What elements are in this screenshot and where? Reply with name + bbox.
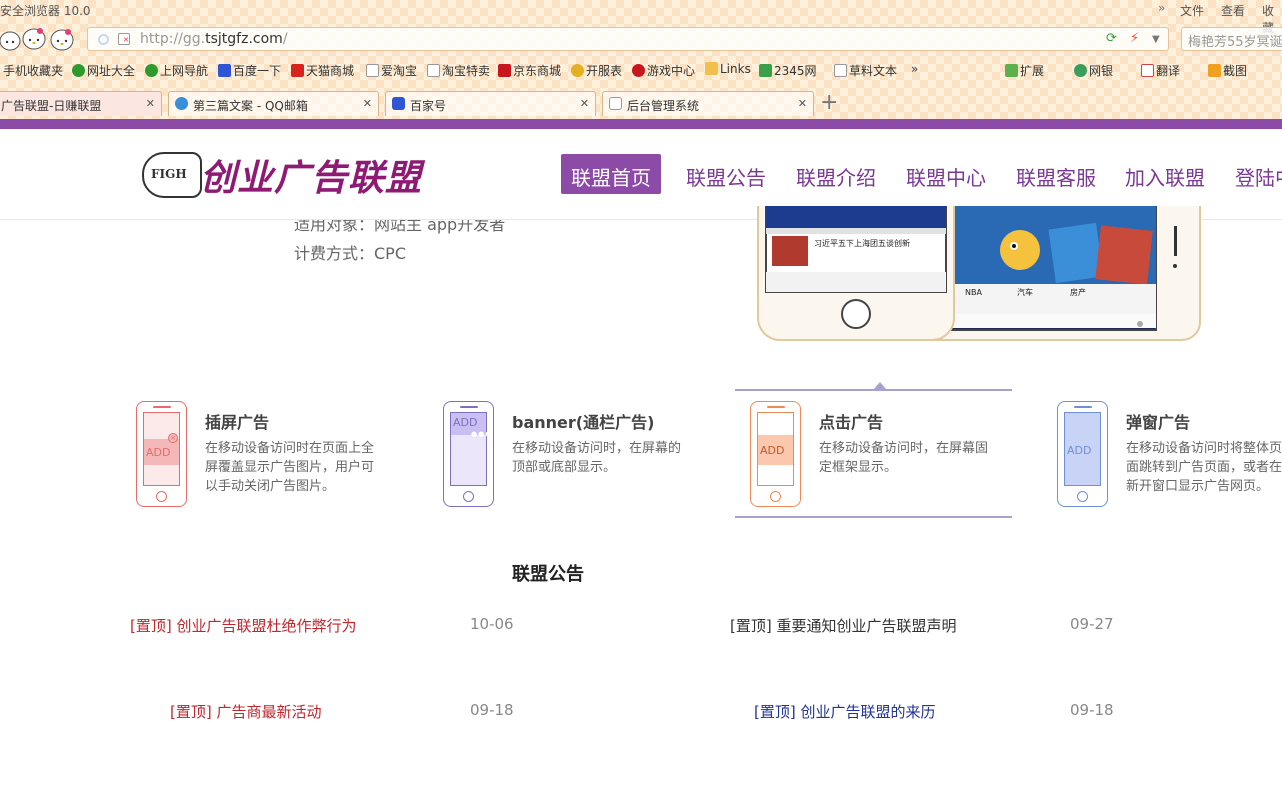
ad-type-title: 点击广告 bbox=[819, 413, 884, 432]
bookmark-2345[interactable]: 2345网 bbox=[759, 62, 817, 79]
bookmark-baidu[interactable]: 百度一下 bbox=[218, 62, 281, 79]
notice-link-anti-cheat[interactable]: [置顶] 创业广告联盟杜绝作弊行为 bbox=[130, 615, 356, 636]
site-logo-text[interactable]: 创业广告联盟 bbox=[200, 149, 422, 201]
tab-admin-system[interactable]: 后台管理系统 ✕ bbox=[602, 91, 814, 116]
notice-link-promo[interactable]: [置顶] 广告商最新活动 bbox=[170, 701, 321, 722]
nav-about[interactable]: 联盟介绍 bbox=[786, 154, 886, 194]
close-icon[interactable]: ✕ bbox=[146, 97, 155, 110]
address-bar[interactable]: http://gg.tsjtgfz.com/ ⟳ ⚡ ▼ bbox=[87, 27, 1169, 51]
menu-view[interactable]: 查看 bbox=[1221, 2, 1245, 19]
tab-bar: 广告联盟-日赚联盟 ✕ 第三篇文案 - QQ邮箱 ✕ 百家号 ✕ 后台管理系统 … bbox=[0, 91, 1282, 117]
title-bar: 安全浏览器 10.0 » 文件 查看 收藏 bbox=[0, 0, 1282, 35]
bookmark-caoliao[interactable]: 草料文本 bbox=[834, 62, 897, 79]
bookmark-tmall[interactable]: 天猫商城 bbox=[291, 62, 354, 79]
phone-tab-auto: 汽车 bbox=[1017, 287, 1033, 297]
search-input[interactable]: 梅艳芳55岁冥诞 bbox=[1181, 27, 1282, 51]
ad-type-desc: 在移动设备访问时，在屏幕固定框架显示。 bbox=[819, 441, 989, 475]
tool-translate[interactable]: 翻译 bbox=[1141, 62, 1180, 79]
notice-date: 09-18 bbox=[470, 701, 514, 719]
browser-chrome: 安全浏览器 10.0 » 文件 查看 收藏 http://gg. bbox=[0, 0, 1282, 119]
ad-type-title: 弹窗广告 bbox=[1126, 413, 1191, 432]
refresh-icon[interactable]: ⟳ bbox=[1106, 31, 1117, 46]
ad-type-desc: 在移动设备访问时将整体页面跳转到广告页面，或者在新开窗口显示广告网页。 bbox=[1126, 441, 1282, 494]
bookmark-server-list[interactable]: 开服表 bbox=[571, 62, 622, 79]
ad-type-banner[interactable]: ADD ●●● banner(通栏广告) 在移动设备访问时，在屏幕的顶部或底部显… bbox=[443, 400, 713, 510]
ad-type-title: banner(通栏广告) bbox=[512, 413, 655, 432]
navigation-row: http://gg.tsjtgfz.com/ ⟳ ⚡ ▼ 梅艳芳55岁冥诞 bbox=[0, 24, 1282, 54]
ad-type-popup[interactable]: ADD 弹窗广告 在移动设备访问时将整体页面跳转到广告页面，或者在新开窗口显示广… bbox=[1057, 400, 1282, 510]
more-bookmarks-icon[interactable]: » bbox=[911, 62, 918, 76]
ad-type-title: 插屏广告 bbox=[205, 413, 270, 432]
notice-link-history[interactable]: [置顶] 创业广告联盟的来历 bbox=[754, 701, 935, 722]
tool-screenshot[interactable]: 截图 bbox=[1208, 62, 1247, 79]
menu-file[interactable]: 文件 bbox=[1180, 2, 1204, 19]
notice-date: 09-18 bbox=[1070, 701, 1114, 719]
phone-tab-nba: NBA bbox=[965, 288, 982, 297]
phone-outline-icon: ADD × bbox=[136, 401, 187, 507]
banner-phone-image: NBA 汽车 房产 习近平五下上海团五谈创新 bbox=[752, 206, 1202, 344]
bookmarks-bar: 手机收藏夹 网址大全 上网导航 百度一下 天猫商城 爱淘宝 淘宝特卖 京东商城 … bbox=[0, 58, 1282, 82]
tab-ad-alliance[interactable]: 广告联盟-日赚联盟 ✕ bbox=[0, 91, 162, 116]
phone-outline-icon: ADD ●●● bbox=[443, 401, 494, 507]
page-icon bbox=[609, 97, 622, 110]
new-tab-icon[interactable]: + bbox=[820, 91, 838, 115]
close-icon[interactable]: ✕ bbox=[363, 97, 372, 110]
ad-type-click[interactable]: ADD 点击广告 在移动设备访问时，在屏幕固定框架显示。 bbox=[750, 400, 1000, 510]
lightning-icon[interactable]: ⚡ bbox=[1130, 31, 1139, 46]
logo-fist-badge[interactable]: FIGH bbox=[142, 152, 202, 198]
close-icon[interactable]: ✕ bbox=[798, 97, 807, 110]
nav-join[interactable]: 加入联盟 bbox=[1115, 154, 1215, 194]
bookmark-jd[interactable]: 京东商城 bbox=[498, 62, 561, 79]
close-icon[interactable]: ✕ bbox=[580, 97, 589, 110]
ad-type-interstitial[interactable]: ADD × 插屏广告 在移动设备访问时在页面上全屏覆盖显示广告图片，用户可以手动… bbox=[136, 400, 406, 510]
bookmark-mobile-favorites[interactable]: 手机收藏夹 bbox=[3, 62, 63, 79]
phone-outline-icon: ADD bbox=[750, 401, 801, 507]
nav-home[interactable]: 联盟首页 bbox=[561, 154, 661, 194]
bookmark-url-directory[interactable]: 网址大全 bbox=[72, 62, 135, 79]
phones-illustration: NBA 汽车 房产 习近平五下上海团五谈创新 bbox=[757, 206, 1201, 341]
security-indicator-icon bbox=[98, 34, 109, 45]
banner-billing: 计费方式：CPC bbox=[294, 244, 406, 263]
bookmark-taobao-sale[interactable]: 淘宝特卖 bbox=[427, 62, 490, 79]
close-icon: × bbox=[168, 433, 178, 443]
nav-center[interactable]: 联盟中心 bbox=[896, 154, 996, 194]
ad-type-desc: 在移动设备访问时在页面上全屏覆盖显示广告图片，用户可以手动关闭广告图片。 bbox=[205, 441, 375, 494]
dropdown-arrow-icon[interactable]: ▼ bbox=[1152, 34, 1160, 45]
address-url[interactable]: http://gg.tsjtgfz.com/ bbox=[140, 31, 288, 47]
notice-link-statement[interactable]: [置顶] 重要通知创业广告联盟声明 bbox=[730, 615, 956, 636]
tool-extensions[interactable]: 扩展 bbox=[1005, 62, 1044, 79]
bookmark-links-folder[interactable]: Links bbox=[705, 62, 751, 76]
ad-type-desc: 在移动设备访问时，在屏幕的顶部或底部显示。 bbox=[512, 441, 682, 475]
bookmark-web-nav[interactable]: 上网导航 bbox=[145, 62, 208, 79]
notices-section-title: 联盟公告 bbox=[512, 564, 584, 585]
baidu-paw-icon bbox=[392, 97, 405, 110]
tab-qq-mail[interactable]: 第三篇文案 - QQ邮箱 ✕ bbox=[168, 91, 379, 116]
notice-date: 09-27 bbox=[1070, 615, 1114, 633]
phone-headline: 习近平五下上海团五谈创新 bbox=[814, 238, 910, 248]
chevron-right-icon[interactable]: » bbox=[1158, 1, 1165, 15]
window-title: 安全浏览器 10.0 bbox=[0, 4, 91, 18]
nav-announcements[interactable]: 联盟公告 bbox=[676, 154, 776, 194]
page-icon bbox=[118, 33, 130, 45]
bookmark-game-center[interactable]: 游戏中心 bbox=[632, 62, 695, 79]
tool-online-bank[interactable]: 网银 bbox=[1074, 62, 1113, 79]
bookmark-ai-taobao[interactable]: 爱淘宝 bbox=[366, 62, 417, 79]
tab-baijiahao[interactable]: 百家号 ✕ bbox=[385, 91, 596, 116]
header-accent-bar bbox=[0, 119, 1282, 129]
hello-kitty-mascot-icon bbox=[0, 28, 74, 51]
notice-date: 10-06 bbox=[470, 615, 514, 633]
phone-tab-house: 房产 bbox=[1070, 287, 1086, 297]
phone-outline-icon: ADD bbox=[1057, 401, 1108, 507]
nav-support[interactable]: 联盟客服 bbox=[1006, 154, 1106, 194]
qq-mail-icon bbox=[175, 97, 188, 110]
nav-login[interactable]: 登陆中心 bbox=[1225, 154, 1282, 194]
